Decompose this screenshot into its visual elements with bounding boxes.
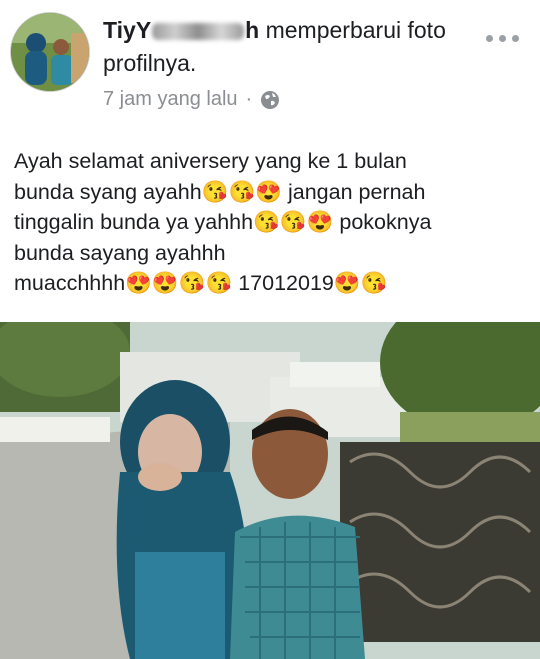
avatar-photo [11, 13, 89, 91]
post-body-text: Ayah selamat aniversery yang ke 1 bulan … [14, 149, 432, 295]
post-photo[interactable] [0, 322, 540, 659]
more-dot [499, 34, 506, 42]
post-headline: TiyY h memperbarui foto profilnya. [103, 14, 483, 80]
more-dot [512, 34, 519, 42]
redacted-name-blur [152, 23, 245, 41]
more-dot [486, 34, 493, 42]
post-header: TiyY h memperbarui foto profilnya. 7 jam … [0, 0, 540, 120]
timestamp[interactable]: 7 jam yang lalu [103, 88, 238, 111]
author-name[interactable]: TiyY h [103, 17, 259, 43]
more-options-icon[interactable] [486, 30, 526, 46]
profile-avatar[interactable] [10, 12, 90, 92]
globe-icon[interactable] [260, 90, 280, 110]
post-meta: 7 jam yang lalu · [103, 88, 280, 111]
photo-illustration [0, 322, 540, 659]
meta-separator: · [245, 88, 253, 110]
